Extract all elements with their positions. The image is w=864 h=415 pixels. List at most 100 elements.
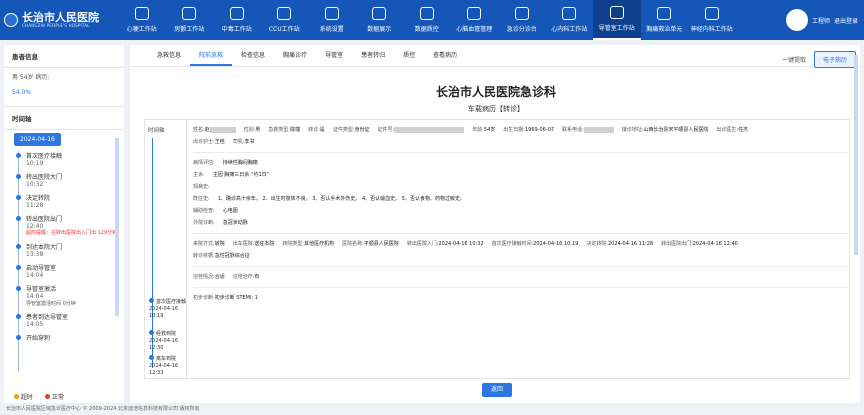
nav-item-settings[interactable]: 系统设置 <box>308 0 356 40</box>
timeline-event[interactable]: 导管室激活 14:04 导管室激活时间 0分钟 <box>14 284 118 307</box>
timeline-dot-icon <box>16 314 21 319</box>
doc-timeline-event: 离车到院 2024-04-16 12:33 <box>149 355 178 377</box>
field-value: 王桂 <box>214 139 225 145</box>
timeline-event[interactable]: 决定转院 11:28 <box>14 193 118 209</box>
field-label: 医院名称: <box>342 241 364 247</box>
timeline-event[interactable]: 转出医院出门 12:40 超时提醒：在转出医院出入门出 129分钟 <box>14 214 118 237</box>
tab-prehospital[interactable]: 院前急救 <box>190 45 233 66</box>
record-tabs: 急救信息 院前急救 检查信息 胸痛诊疗 导管室 患者转归 质控 查看病历 <box>130 45 860 67</box>
tab-qc[interactable]: 质控 <box>394 45 424 66</box>
field-label: 出车医院: <box>232 241 255 247</box>
event-time: 14:04 <box>26 272 44 279</box>
nav-item-cardiology[interactable]: 心内科工作站 <box>546 0 594 40</box>
event-name: 首次医疗接触 <box>26 153 63 160</box>
field-label: 辅助检查: <box>193 208 215 214</box>
nav-item-chest-pain[interactable]: 胸痛救治单元 <box>641 0 689 40</box>
nav-item-triage[interactable]: 急诊分诊台 <box>498 0 546 40</box>
logout-link[interactable]: 退出登录 <box>834 16 858 25</box>
event-time: 11:28 <box>26 202 44 209</box>
tab-chest-pain[interactable]: 胸痛诊疗 <box>274 45 316 66</box>
document-timeline: 时间轴 首次医疗接触 2024-04-16 10:19 经救到院 2024-04-16… <box>145 120 187 378</box>
field-value: 转院 <box>214 241 225 247</box>
field-label: 姓名: <box>193 127 205 133</box>
event-time: 13:38 <box>26 251 44 258</box>
event-name: 首次医疗接触 <box>156 299 187 305</box>
one-click-extract-button[interactable]: 一键提取 <box>782 55 806 64</box>
field-label: 病情评估: <box>193 160 215 166</box>
event-alert: 超时提醒：在转出医院出入门出 129分钟 <box>26 230 118 236</box>
event-time: 14:04 <box>26 293 44 300</box>
tab-emergency-info[interactable]: 急救信息 <box>148 45 190 66</box>
redaction-mark <box>583 126 614 133</box>
field-label: 转诊: <box>308 127 320 133</box>
field: 转院类型:其他医疗机构 <box>282 238 334 250</box>
back-button[interactable]: 返回 <box>482 383 512 397</box>
field-value: 送往本院 <box>254 241 275 247</box>
timeline-title: 时间轴 <box>4 106 124 130</box>
field-label: 出诊医生: <box>716 127 739 133</box>
event-timeline: 2024-04-16 首次医疗接触 10:19 转出医院大门 10:32 决定转院 1… <box>14 133 118 371</box>
clinical-field: 病情评估: 持续性胸闷胸痛 <box>193 157 848 169</box>
event-date: 2024-04-16 <box>149 338 179 344</box>
nav-label: 数据展示 <box>367 26 392 33</box>
field-value: 2024-04-16 10:32 <box>438 241 484 247</box>
emr-button[interactable]: 电子病历 <box>813 51 856 68</box>
field: 联系电话: <box>562 124 614 136</box>
nav-label: 房颤工作站 <box>174 26 205 33</box>
field-label: 初步诊断: <box>193 295 215 301</box>
field: 证件号: <box>378 124 465 136</box>
legend-label: 超时 <box>20 394 33 401</box>
tab-view-record[interactable]: 查看病历 <box>424 45 466 66</box>
tab-cath-lab[interactable]: 导管室 <box>316 45 352 66</box>
nav-item-neuro[interactable]: 神经内科工作站 <box>688 0 736 40</box>
event-name: 到达本院大门 <box>26 244 63 251</box>
doc-timeline-event: 首次医疗接触 2024-04-16 10:19 <box>149 298 186 320</box>
pulse-icon <box>467 7 482 20</box>
field: 转出医院入门:2024-04-16 10:32 <box>407 238 484 250</box>
nav-item-af[interactable]: 房颤工作站 <box>166 0 214 40</box>
event-note: 导管室激活时间 0分钟 <box>26 301 76 307</box>
timeline-dot-icon <box>16 286 21 291</box>
tab-exam[interactable]: 检查信息 <box>232 45 274 66</box>
nav-item-cardio[interactable]: 心脑血管管理 <box>451 0 499 40</box>
diagnosis-section: 初步诊断:初步诊断 STEMI: 1 <box>193 288 848 308</box>
field: 证件类型:身份证 <box>333 124 370 136</box>
nav-item-data-display[interactable]: 数据展示 <box>356 0 404 40</box>
timeline-event[interactable]: 转出医院大门 10:32 <box>14 172 118 188</box>
nav-item-mi[interactable]: 心梗工作站 <box>118 0 166 40</box>
timeline-event[interactable]: 启动导管室 14:04 <box>14 263 118 279</box>
diagnosis-row: 初步诊断:初步诊断 STEMI: 1 <box>193 292 848 304</box>
field: 姓名:赵 <box>193 124 236 136</box>
clinical-section: 病情评估: 持续性胸闷胸痛 主诉: 主因 胸痛三日余 “约1日” 现病史: 既往史:… <box>193 153 848 234</box>
avatar[interactable] <box>785 9 808 31</box>
timeline-dot-icon <box>16 335 21 340</box>
field: 出车医院:送往本院 <box>233 238 275 250</box>
timeline-event[interactable]: 首次医疗接触 10:19 <box>14 151 118 167</box>
field-label: 外院诊断: <box>193 220 215 226</box>
document-content: 姓名:赵 性别:男 急救类型:院端 转诊:是 证件类型:身份证 证件号: 年龄:… <box>193 120 848 378</box>
field: 转诊:是 <box>308 124 325 136</box>
nav-item-poison[interactable]: 中毒工作站 <box>213 0 261 40</box>
field: 转出医院出门:2024-04-16 12:40 <box>661 238 738 250</box>
timeline-event[interactable]: 患者到达导管室 14:05 <box>14 312 118 328</box>
timeline-event[interactable]: 到达本院大门 13:38 <box>14 242 118 258</box>
field-value: 2024-04-16 11:28 <box>608 241 654 247</box>
field: 转诊依据:急性冠脉综合征 <box>193 250 250 262</box>
field-label: 现病史: <box>193 184 210 190</box>
doc-timeline-event: 经救到院 2024-04-16 12:30 <box>149 330 178 352</box>
user-name[interactable]: 工程师 <box>812 16 830 25</box>
field: 决定转院:2024-04-16 11:28 <box>586 238 653 250</box>
nav-item-ccu[interactable]: CCU工作站 <box>261 0 309 40</box>
nav-item-data-qc[interactable]: 数据质控 <box>403 0 451 40</box>
timeline-scrollbar[interactable] <box>115 138 119 316</box>
field-value: 心电图 <box>222 208 238 214</box>
main-scrollbar[interactable] <box>854 55 858 255</box>
medkit-icon <box>514 7 529 20</box>
nav-label: 数据质控 <box>414 26 439 33</box>
field-value: 主因 胸痛三日余 “约1日” <box>212 172 270 178</box>
field: 溶栓治疗:有 <box>233 271 260 283</box>
timeline-event[interactable]: 开始穿刺 <box>14 333 118 342</box>
tab-outcome[interactable]: 患者转归 <box>352 45 394 66</box>
nav-item-cath-lab[interactable]: 导管室工作站 <box>593 0 641 40</box>
field: 初步诊断:初步诊断 STEMI: 1 <box>193 292 258 304</box>
